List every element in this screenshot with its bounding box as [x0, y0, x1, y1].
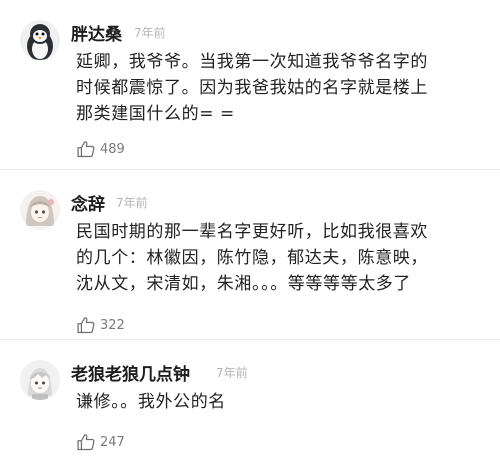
like-button[interactable]: 322 — [76, 315, 125, 335]
comment-feed: 胖达桑 7年前 延卿，我爷爷。当我第一次知道我爷爷名字的 时候都震惊了。因为我爸… — [0, 0, 500, 467]
comment-text: 民国时期的那一辈名字更好听，比如我很喜欢 的几个：林徽因，陈竹隐，郁达夫，陈意映… — [76, 219, 486, 297]
comment-author[interactable]: 老狼老狼几点钟 — [71, 360, 190, 385]
anime-boy-avatar-icon[interactable] — [20, 360, 60, 400]
anime-girl-avatar-icon[interactable] — [20, 190, 60, 230]
like-count: 322 — [100, 317, 125, 333]
comment-timestamp: 7年前 — [134, 26, 166, 40]
comment-item: 胖达桑 7年前 延卿，我爷爷。当我第一次知道我爷爷名字的 时候都震惊了。因为我爸… — [0, 0, 500, 170]
thumbs-up-icon — [77, 141, 95, 158]
comment-text: 延卿，我爷爷。当我第一次知道我爷爷名字的 时候都震惊了。因为我爸我姑的名字就是楼… — [76, 49, 486, 127]
comment-item: 念辞 7年前 民国时期的那一辈名字更好听，比如我很喜欢 的几个：林徽因，陈竹隐，… — [0, 170, 500, 340]
comment-text-line: 时候都震惊了。因为我爸我姑的名字就是楼上 — [76, 78, 428, 98]
comment-text: 谦修。。我外公的名 — [76, 389, 486, 415]
comment-text-line: 民国时期的那一辈名字更好听，比如我很喜欢 — [76, 222, 428, 242]
like-count: 489 — [100, 141, 125, 157]
like-count: 247 — [100, 434, 125, 450]
comment-text-line: 沈从文，宋清如，朱湘。。。等等等等太多了 — [76, 274, 411, 294]
comment-author[interactable]: 念辞 — [71, 190, 105, 215]
penguin-avatar-icon[interactable] — [20, 20, 60, 60]
thumbs-up-icon — [77, 317, 95, 334]
comment-item: 老狼老狼几点钟 7年前 谦修。。我外公的名 247 — [0, 340, 500, 467]
comment-timestamp: 7年前 — [116, 196, 148, 210]
comment-text-line: 的几个：林徽因，陈竹隐，郁达夫，陈意映， — [76, 248, 428, 268]
like-button[interactable]: 489 — [76, 139, 125, 159]
comment-text-line: 那类建国什么的= = — [76, 104, 235, 124]
comment-text-line: 谦修。。我外公的名 — [76, 392, 226, 412]
comment-timestamp: 7年前 — [216, 366, 248, 380]
comment-text-line: 延卿，我爷爷。当我第一次知道我爷爷名字的 — [76, 52, 428, 72]
like-button[interactable]: 247 — [76, 432, 125, 452]
comment-author[interactable]: 胖达桑 — [71, 20, 122, 45]
thumbs-up-icon — [77, 434, 95, 451]
